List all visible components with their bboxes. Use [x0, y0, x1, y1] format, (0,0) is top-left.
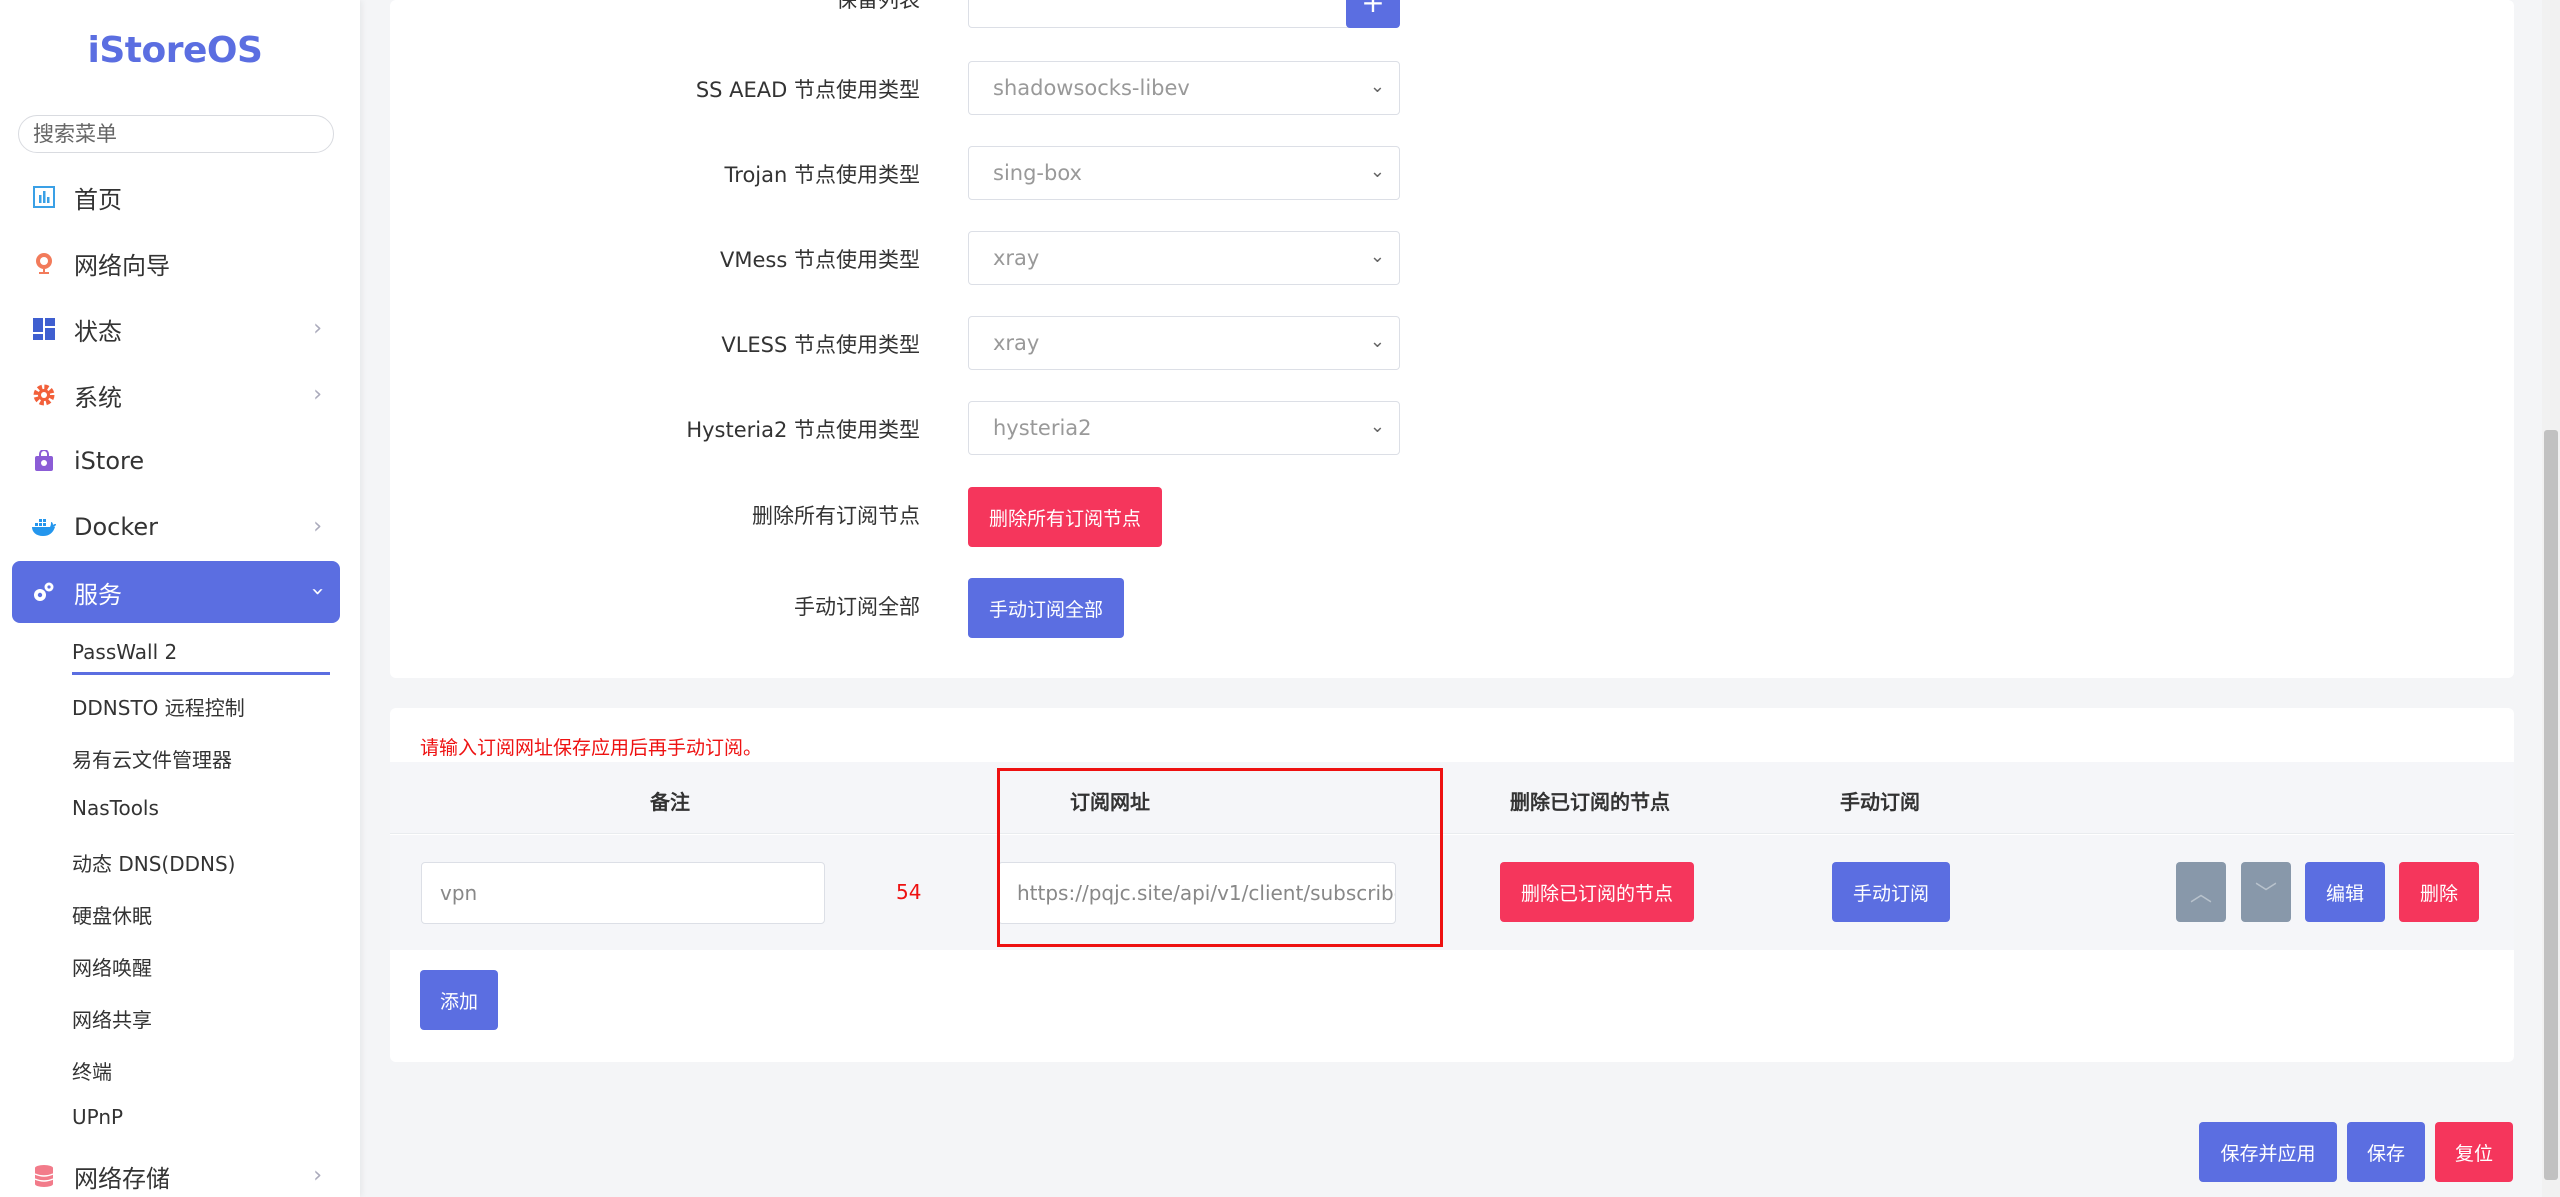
subscribe-table-header: 备注 订阅网址 删除已订阅的节点 手动订阅: [390, 762, 2514, 834]
column-url: 订阅网址: [1070, 790, 1150, 814]
remark-input[interactable]: vpn: [421, 862, 825, 924]
sidebar-item-label: Docker: [74, 513, 159, 541]
sidebar-item-services[interactable]: 服务 ›: [12, 561, 340, 623]
chevron-right-icon: ›: [313, 316, 322, 341]
column-delete-nodes: 删除已订阅的节点: [1510, 790, 1670, 814]
vmess-type-label: VMess 节点使用类型: [720, 248, 920, 272]
select-value: xray: [993, 331, 1040, 355]
hysteria2-type-label: Hysteria2 节点使用类型: [686, 418, 920, 442]
database-icon: [30, 1162, 58, 1190]
chevron-right-icon: ›: [313, 382, 322, 407]
sidebar-item-system[interactable]: 系统 ›: [12, 364, 340, 426]
chevron-right-icon: ›: [313, 514, 322, 539]
sidebar-item-network-storage[interactable]: 网络存储 ›: [12, 1145, 340, 1197]
dashboard-icon: [30, 183, 58, 211]
ss-aead-type-label: SS AEAD 节点使用类型: [695, 78, 920, 102]
sidebar-subitem-upnp[interactable]: UPnP: [72, 1105, 123, 1129]
app-logo[interactable]: iStoreOS: [0, 30, 350, 71]
reset-button[interactable]: 复位: [2435, 1122, 2513, 1182]
sidebar-item-status[interactable]: 状态 ›: [12, 298, 340, 360]
chevron-down-icon: ›: [305, 587, 331, 596]
chevron-down-icon: ⌄: [1369, 246, 1385, 267]
select-value: hysteria2: [993, 416, 1092, 440]
sidebar-item-home[interactable]: 首页: [12, 166, 340, 228]
manual-all-label: 手动订阅全部: [794, 595, 920, 619]
filter-list-label: 保留列表: [836, 0, 920, 12]
gears-icon: [30, 578, 58, 606]
vless-type-select[interactable]: xray ⌄: [968, 316, 1400, 370]
filter-list-input[interactable]: [968, 0, 1354, 28]
chevron-down-icon: ⌄: [1369, 76, 1385, 97]
scrollbar-thumb[interactable]: [2544, 430, 2558, 1180]
chevron-down-icon[interactable]: ﹀: [2241, 862, 2291, 922]
column-manual: 手动订阅: [1840, 790, 1920, 814]
page-scrollbar[interactable]: [2542, 0, 2560, 1197]
remove-button[interactable]: 删除: [2399, 862, 2479, 922]
sidebar-item-label: 网络向导: [74, 251, 170, 280]
chevron-down-icon: ⌄: [1369, 416, 1385, 437]
sidebar-item-label: 网络存储: [74, 1164, 170, 1193]
edit-button[interactable]: 编辑: [2305, 862, 2385, 922]
sidebar-subitem-nastools[interactable]: NasTools: [72, 796, 159, 820]
select-value: sing-box: [993, 161, 1082, 185]
sidebar-item-label: 服务: [74, 580, 122, 609]
save-button[interactable]: 保存: [2347, 1122, 2425, 1182]
sidebar-subitem-ddnsto[interactable]: DDNSTO 远程控制: [72, 692, 245, 721]
sidebar-subitem-wol[interactable]: 网络唤醒: [72, 952, 152, 981]
manual-subscribe-all-button[interactable]: 手动订阅全部: [968, 578, 1124, 638]
vmess-type-select[interactable]: xray ⌄: [968, 231, 1400, 285]
sidebar-subitem-linkease[interactable]: 易有云文件管理器: [72, 744, 232, 773]
menu-search-input[interactable]: [18, 115, 334, 153]
vless-type-label: VLESS 节点使用类型: [721, 333, 920, 357]
sidebar-item-istore[interactable]: iStore: [12, 430, 340, 492]
sidebar-subitem-hd-idle[interactable]: 硬盘休眠: [72, 900, 152, 929]
save-apply-button[interactable]: 保存并应用: [2199, 1122, 2337, 1182]
sidebar-item-label: 状态: [74, 317, 122, 346]
subscribe-url-input[interactable]: https://pqjc.site/api/v1/client/subscrib…: [998, 862, 1396, 924]
sidebar-item-label: 系统: [74, 383, 122, 412]
globe-icon: [30, 249, 58, 277]
chevron-down-icon: ⌄: [1369, 161, 1385, 182]
bag-icon: [30, 447, 58, 475]
active-subitem-underline: [72, 672, 330, 675]
sidebar-subitem-terminal[interactable]: 终端: [72, 1056, 112, 1085]
sidebar-item-label: 首页: [74, 185, 122, 214]
sidebar-subitem-ddns[interactable]: 动态 DNS(DDNS): [72, 848, 235, 877]
docker-icon: [30, 513, 58, 541]
delete-subscribed-nodes-button[interactable]: 删除已订阅的节点: [1500, 862, 1694, 922]
add-filter-button[interactable]: +: [1346, 0, 1400, 28]
gear-icon: [30, 381, 58, 409]
chevron-down-icon: ⌄: [1369, 331, 1385, 352]
delete-all-subscribe-nodes-button[interactable]: 删除所有订阅节点: [968, 487, 1162, 547]
sidebar-item-label: iStore: [74, 447, 145, 475]
sidebar-item-network-wizard[interactable]: 网络向导: [12, 232, 340, 294]
subscribe-hint: 请输入订阅网址保存应用后再手动订阅。: [420, 737, 763, 759]
ss-aead-type-select[interactable]: shadowsocks-libev ⌄: [968, 61, 1400, 115]
node-count: 54: [896, 880, 922, 904]
sidebar: iStoreOS 首页 网络向导 状态 › 系统 › iStore: [0, 0, 360, 1197]
delete-all-label: 删除所有订阅节点: [752, 504, 920, 528]
select-value: shadowsocks-libev: [993, 76, 1190, 100]
trojan-type-select[interactable]: sing-box ⌄: [968, 146, 1400, 200]
chevron-up-icon[interactable]: ︿: [2176, 862, 2226, 922]
sidebar-subitem-samba[interactable]: 网络共享: [72, 1004, 152, 1033]
add-subscription-button[interactable]: 添加: [420, 970, 498, 1030]
sidebar-subitem-passwall2[interactable]: PassWall 2: [72, 640, 177, 664]
trojan-type-label: Trojan 节点使用类型: [724, 163, 920, 187]
select-value: xray: [993, 246, 1040, 270]
hysteria2-type-select[interactable]: hysteria2 ⌄: [968, 401, 1400, 455]
sidebar-item-docker[interactable]: Docker ›: [12, 496, 340, 558]
grid-icon: [30, 315, 58, 343]
column-remark: 备注: [650, 790, 690, 814]
manual-subscribe-button[interactable]: 手动订阅: [1832, 862, 1950, 922]
chevron-right-icon: ›: [313, 1163, 322, 1188]
